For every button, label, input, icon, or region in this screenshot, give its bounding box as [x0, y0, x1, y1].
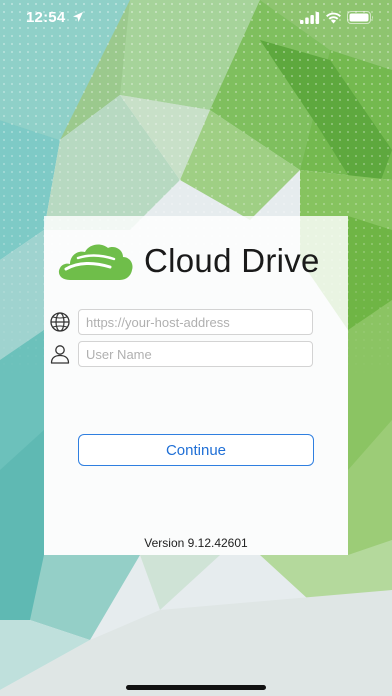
status-bar: 12:54: [0, 0, 392, 36]
user-icon: [50, 345, 70, 364]
app-screen: 12:54 Cloud Drive https://your-host-addr…: [0, 0, 392, 696]
continue-button[interactable]: Continue: [78, 434, 314, 466]
version-label: Version 9.12.42601: [144, 536, 248, 550]
host-address-input[interactable]: [78, 309, 313, 335]
battery-icon: [347, 11, 373, 24]
home-indicator[interactable]: [126, 685, 266, 690]
brand-name: Cloud Drive: [144, 242, 320, 279]
cellular-signal-icon: [300, 12, 320, 24]
login-card: Cloud Drive Continue Version 9.12.42601: [44, 216, 348, 555]
status-time: 12:54: [26, 9, 66, 26]
location-arrow-icon: [73, 12, 83, 22]
cloud-icon: [58, 244, 133, 280]
username-input[interactable]: [78, 341, 313, 367]
globe-icon: [50, 312, 70, 332]
wifi-icon: [326, 12, 341, 24]
